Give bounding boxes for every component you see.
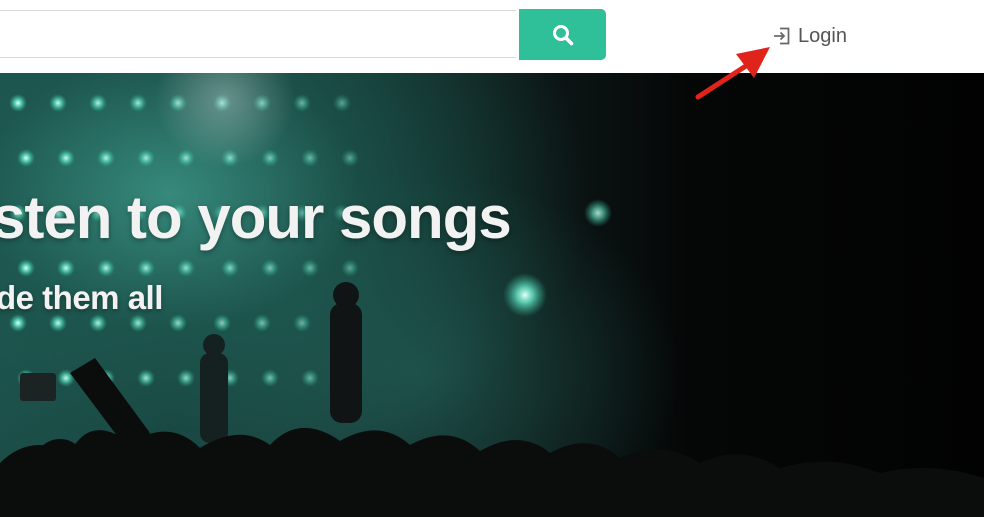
search-icon xyxy=(551,23,575,47)
page: Login sten to your songs de them all xyxy=(0,0,984,517)
login-label: Login xyxy=(798,24,847,47)
search-button[interactable] xyxy=(519,9,606,60)
search-input[interactable] xyxy=(0,10,516,58)
hero-subtitle: de them all xyxy=(0,279,163,316)
hero-banner: sten to your songs de them all xyxy=(0,73,984,517)
hero-title: sten to your songs xyxy=(0,184,512,251)
header: Login xyxy=(0,0,984,73)
login-link[interactable]: Login xyxy=(772,22,847,50)
login-icon xyxy=(772,26,792,46)
